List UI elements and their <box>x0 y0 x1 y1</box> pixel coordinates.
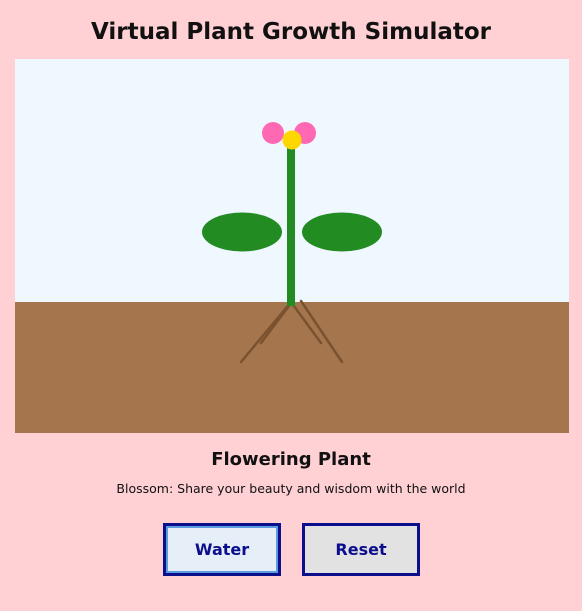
water-button[interactable]: Water <box>163 523 281 576</box>
growth-stage-message: Blossom: Share your beauty and wisdom wi… <box>116 481 466 496</box>
reset-button[interactable]: Reset <box>302 523 420 576</box>
plant-scene <box>15 59 569 433</box>
stem <box>287 139 295 306</box>
growth-stage-title: Flowering Plant <box>211 449 371 470</box>
leaf-left <box>202 212 282 252</box>
leaf-right <box>302 212 382 252</box>
soil <box>15 302 569 433</box>
flower-center <box>282 130 302 150</box>
petal-left <box>262 122 284 144</box>
app-title: Virtual Plant Growth Simulator <box>90 19 492 45</box>
